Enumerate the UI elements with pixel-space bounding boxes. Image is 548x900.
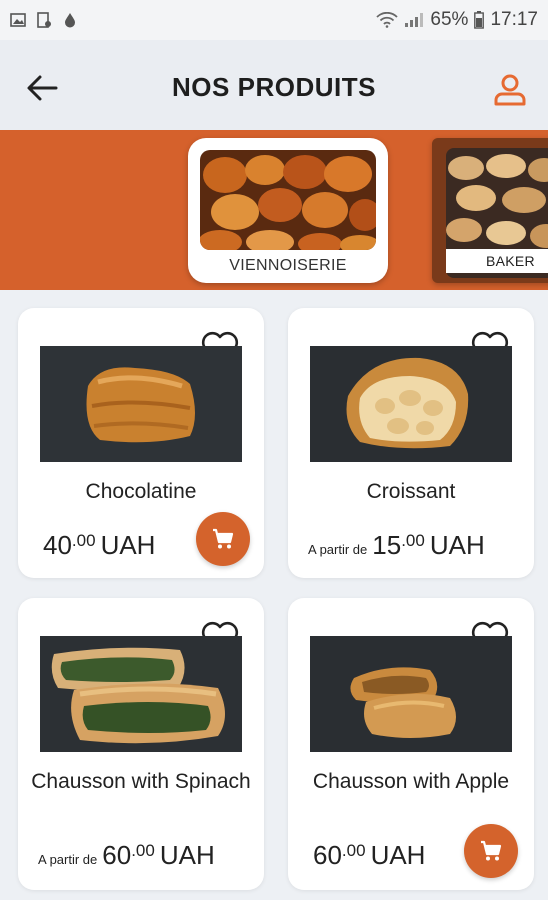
product-name: Chausson with Spinach bbox=[31, 770, 251, 793]
price-currency: UAH bbox=[370, 840, 426, 870]
category-card-viennoiserie[interactable]: VIENNOISERIE bbox=[188, 138, 388, 283]
category-label: VIENNOISERIE bbox=[229, 257, 347, 274]
price: 60 .00 UAH bbox=[308, 840, 425, 871]
document-icon bbox=[37, 12, 51, 28]
price-integer: 15 bbox=[372, 530, 402, 560]
price-currency: UAH bbox=[159, 840, 215, 870]
price-prefix: A partir de bbox=[308, 542, 368, 557]
product-card[interactable]: Croissant A partir de 15 .00 UAH bbox=[288, 308, 534, 578]
chocolatine-image bbox=[40, 346, 242, 462]
wifi-icon bbox=[376, 12, 399, 28]
product-name: Chausson with Apple bbox=[312, 770, 510, 793]
product-image bbox=[310, 346, 512, 462]
price-prefix: A partir de bbox=[38, 852, 98, 867]
drop-icon bbox=[65, 13, 75, 28]
price-decimal: .00 bbox=[341, 841, 366, 860]
category-image bbox=[200, 150, 376, 250]
price-decimal: .00 bbox=[401, 531, 425, 550]
add-to-cart-button[interactable] bbox=[196, 512, 250, 566]
status-bar: 65% 17:17 bbox=[0, 0, 548, 40]
app-header: NOS PRODUITS bbox=[0, 40, 548, 130]
product-card[interactable]: Chocolatine 40 .00 UAH bbox=[18, 308, 264, 578]
page-title: NOS PRODUITS bbox=[172, 72, 376, 102]
product-image bbox=[40, 346, 242, 462]
profile-button[interactable] bbox=[490, 70, 530, 110]
price-integer: 40 bbox=[43, 530, 72, 560]
price: A partir de 60 .00 UAH bbox=[38, 840, 215, 871]
status-left-icons bbox=[10, 12, 78, 28]
category-card-bakery[interactable]: BAKER bbox=[432, 138, 548, 283]
price-currency: UAH bbox=[100, 530, 156, 560]
product-name: Chocolatine bbox=[85, 480, 197, 503]
cart-icon bbox=[481, 840, 502, 861]
price-integer: 60 bbox=[102, 840, 132, 870]
product-image bbox=[310, 636, 512, 752]
battery-percent: 65% bbox=[430, 9, 469, 30]
user-icon bbox=[494, 74, 526, 106]
price: 40 .00 UAH bbox=[38, 530, 155, 561]
cart-icon bbox=[213, 528, 234, 549]
product-card[interactable]: Chausson with Spinach A partir de 60 .00… bbox=[18, 598, 264, 890]
croissant-image bbox=[310, 346, 512, 462]
clock: 17:17 bbox=[490, 9, 538, 30]
status-right: 65% 17:17 bbox=[376, 9, 538, 31]
category-banner: VIENNOISERIE BAKER bbox=[0, 130, 548, 290]
spinach-chausson-image bbox=[40, 636, 242, 752]
price: A partir de 15 .00 UAH bbox=[308, 530, 485, 561]
apple-chausson-image bbox=[310, 636, 512, 752]
add-to-cart-button[interactable] bbox=[464, 824, 518, 878]
price-decimal: .00 bbox=[71, 531, 96, 550]
signal-icon bbox=[405, 13, 424, 27]
gallery-icon bbox=[10, 13, 26, 27]
category-label: BAKER bbox=[446, 249, 548, 273]
product-name: Croissant bbox=[366, 480, 456, 503]
product-card[interactable]: Chausson with Apple 60 .00 UAH bbox=[288, 598, 534, 890]
price-decimal: .00 bbox=[131, 841, 155, 860]
product-image bbox=[40, 636, 242, 752]
pastries-image bbox=[200, 150, 376, 250]
price-currency: UAH bbox=[429, 530, 485, 560]
battery-icon bbox=[474, 11, 485, 29]
price-integer: 60 bbox=[313, 840, 342, 870]
